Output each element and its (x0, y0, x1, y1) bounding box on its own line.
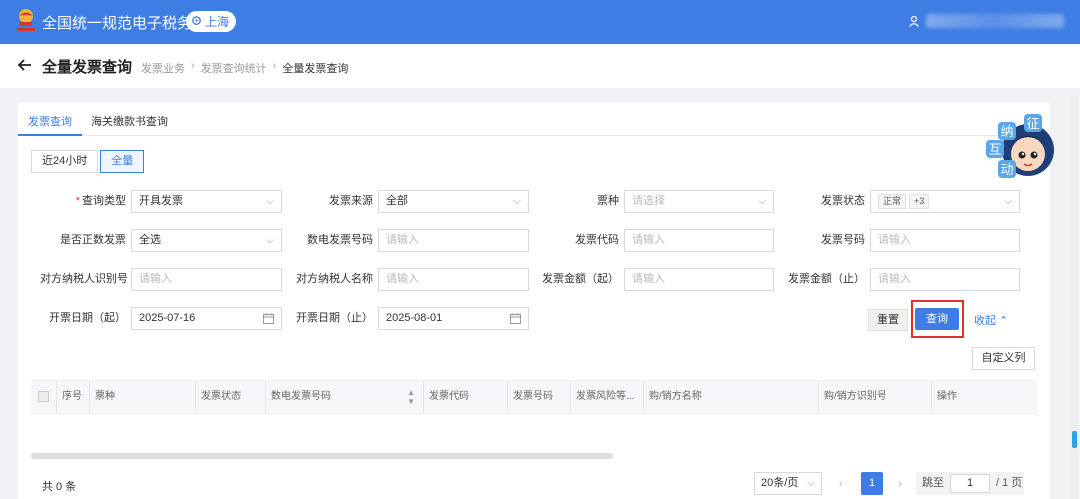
reset-button[interactable]: 重置 (868, 309, 908, 331)
user-icon[interactable] (908, 15, 920, 27)
mascot-icon: 征 纳 互 动 (986, 114, 1054, 178)
tab-invoice-query[interactable]: 发票查询 (28, 113, 72, 129)
counter-name-label: 对方纳税人名称 (296, 273, 373, 285)
user-name-redacted[interactable] (926, 14, 1064, 28)
ticket-type-label: 票种 (597, 195, 619, 207)
prev-page-button[interactable]: ‹ (839, 476, 843, 490)
invoice-status-label: 发票状态 (821, 195, 865, 207)
query-button[interactable]: 查询 (915, 308, 959, 330)
time-range-24h[interactable]: 近24小时 (31, 150, 99, 173)
is-positive-label: 是否正数发票 (60, 234, 126, 246)
invoice-code-input[interactable]: 请输入 (624, 229, 774, 252)
mascot-char: 征 (1026, 117, 1039, 132)
select-all-checkbox[interactable] (38, 391, 49, 402)
jump-label: 跳至 (922, 477, 944, 489)
page-jumper: 跳至 1 / 1 页 (916, 472, 1024, 495)
next-page-button[interactable]: › (898, 476, 902, 490)
invoice-source-select[interactable]: 全部 ⌵ (378, 190, 529, 213)
chevron-down-icon: ⌵ (1004, 196, 1012, 207)
column-header: 购/销方名称 (643, 381, 818, 413)
location-pin-icon (192, 16, 201, 25)
amount-from-label: 发票金额（起） (542, 273, 619, 285)
amount-from-input[interactable]: 请输入 (624, 268, 774, 291)
ticket-type-select[interactable]: 请选择 ⌵ (624, 190, 774, 213)
amount-to-input[interactable]: 请输入 (870, 268, 1020, 291)
interaction-mascot[interactable]: 征 纳 互 动 (980, 108, 1060, 184)
page-number-current[interactable]: 1 (861, 472, 883, 495)
location-label: 上海 (205, 15, 230, 29)
page-size-select[interactable]: 20条/页 ⌵ (754, 472, 822, 495)
chevron-up-icon: ⌃ (999, 315, 1009, 327)
invoice-no-input[interactable]: 请输入 (870, 229, 1020, 252)
status-tag-more: +3 (909, 193, 930, 209)
jump-page-input[interactable]: 1 (950, 474, 990, 493)
custom-columns-button[interactable]: 自定义列 (972, 347, 1035, 370)
breadcrumb-current: 全量发票查询 (282, 63, 349, 75)
total-count: 共 0 条 (42, 481, 77, 493)
calendar-icon (510, 313, 521, 324)
select-all-cell (31, 381, 56, 413)
app-title: 全国统一规范电子税务局 (42, 15, 208, 32)
column-header: 序号 (56, 381, 89, 413)
date-from-label: 开票日期（起） (49, 312, 126, 324)
total-pages: / 1 页 (996, 477, 1023, 489)
date-to-label: 开票日期（止） (296, 312, 373, 324)
digital-invoice-no-label: 数电发票号码 (307, 234, 373, 246)
query-type-select[interactable]: 开具发票 ⌵ (131, 190, 282, 213)
amount-to-label: 发票金额（止） (788, 273, 865, 285)
page-title: 全量发票查询 (42, 59, 133, 76)
chevron-right-icon: › (272, 60, 277, 72)
digital-invoice-no-input[interactable]: 请输入 (378, 229, 529, 252)
time-range-toggle: 近24小时 全量 (31, 150, 145, 173)
horizontal-scrollbar[interactable] (31, 453, 613, 459)
breadcrumb-item[interactable]: 发票查询统计 (201, 60, 267, 76)
column-header-sortable[interactable]: 数电发票号码 ▲ ▼ (265, 381, 423, 413)
vertical-scrollbar-thumb[interactable] (1072, 431, 1077, 448)
tax-emblem-icon (17, 9, 35, 31)
time-range-all[interactable]: 全量 (100, 150, 145, 173)
top-bar: 全国统一规范电子税务局 上海 (0, 0, 1080, 44)
sort-icon: ▲ ▼ (407, 388, 415, 406)
column-header: 发票风险等... (570, 381, 643, 413)
tab-customs-payment-query[interactable]: 海关缴款书查询 (91, 113, 168, 129)
collapse-toggle[interactable]: 收起 ⌃ (974, 312, 1008, 328)
column-header: 票种 (89, 381, 195, 413)
counter-tax-id-input[interactable]: 请输入 (131, 268, 282, 291)
column-header: 购/销方识别号 (818, 381, 931, 413)
column-header: 发票代码 (423, 381, 507, 413)
table-header: 序号 票种 发票状态 数电发票号码 ▲ ▼ 发票代码 发票号码 发票风险等... 购… (31, 380, 1037, 414)
breadcrumb: 发票业务 › 发票查询统计 › 全量发票查询 (141, 60, 348, 76)
mascot-char: 互 (988, 143, 1001, 158)
date-to-picker[interactable]: 2025-08-01 (378, 307, 529, 330)
back-arrow-icon[interactable] (17, 57, 33, 73)
column-header: 发票状态 (195, 381, 265, 413)
chevron-down-icon: ⌵ (807, 478, 815, 489)
invoice-no-label: 发票号码 (821, 234, 865, 246)
breadcrumb-bar: 全量发票查询 发票业务 › 发票查询统计 › 全量发票查询 (0, 44, 1080, 88)
tab-bar: 发票查询 海关缴款书查询 (18, 102, 1050, 136)
mascot-char: 纳 (1000, 125, 1013, 140)
invoice-source-label: 发票来源 (329, 195, 373, 207)
status-tag: 正常 (878, 193, 907, 209)
column-header: 操作 (931, 381, 1037, 413)
column-header: 发票号码 (507, 381, 570, 413)
query-panel: 发票查询 海关缴款书查询 近24小时 全量 * 查询类型 开具发票 ⌵ 发票来源 全… (18, 102, 1050, 499)
invoice-code-label: 发票代码 (575, 234, 619, 246)
mascot-char: 动 (1000, 163, 1013, 178)
location-selector[interactable]: 上海 (186, 11, 237, 32)
invoice-status-select[interactable]: 正常 +3 ⌵ (870, 190, 1020, 213)
query-type-label: * 查询类型 (75, 195, 126, 207)
counter-name-input[interactable]: 请输入 (378, 268, 529, 291)
counter-tax-id-label: 对方纳税人识别号 (40, 273, 128, 285)
chevron-right-icon: › (191, 60, 195, 72)
breadcrumb-item[interactable]: 发票业务 (141, 60, 185, 76)
is-positive-select[interactable]: 全选 ⌵ (131, 229, 282, 252)
active-tab-indicator (18, 134, 82, 136)
date-from-picker[interactable]: 2025-07-16 (131, 307, 282, 330)
